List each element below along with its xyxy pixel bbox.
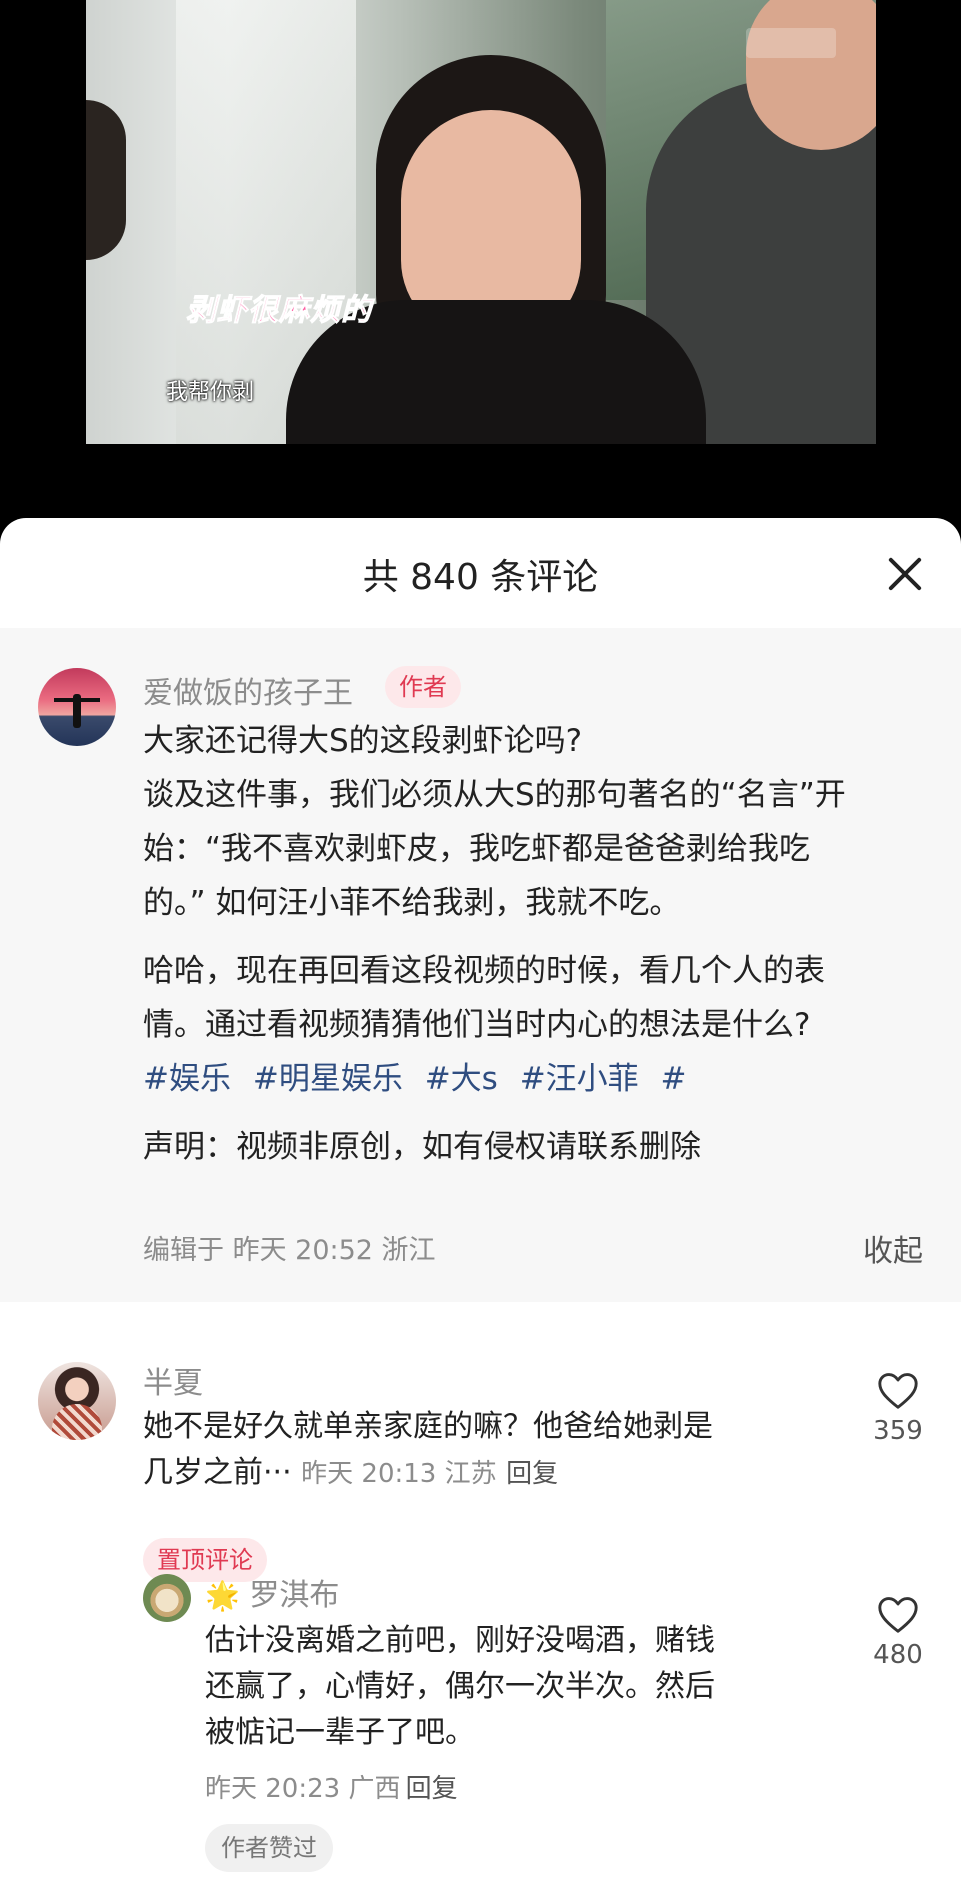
- like-count: 359: [873, 1416, 923, 1446]
- close-icon[interactable]: [885, 554, 925, 594]
- commenter-avatar[interactable]: [38, 1362, 116, 1440]
- comment-text-line: 几岁之前··· 昨天 20:13 江苏 回复: [143, 1450, 823, 1497]
- avatar-dress: [52, 1404, 102, 1440]
- reply-link[interactable]: 回复: [406, 1774, 458, 1804]
- author-liked-badge: 作者赞过: [205, 1824, 333, 1872]
- reply-text-line: 被惦记一辈子了吧。: [205, 1715, 475, 1750]
- like-button[interactable]: 359: [863, 1370, 933, 1446]
- post-body: 大家还记得大S的这段剥虾论吗? 谈及这件事，我们必须从大S的那句著名的“名言”开…: [143, 714, 933, 1174]
- post-disclaimer: 声明：视频非原创，如有侵权请联系删除: [143, 1129, 701, 1165]
- video-watermark: [746, 28, 836, 58]
- sparkle-icon: 🌟: [205, 1579, 240, 1612]
- comments-sheet: 共 840 条评论 爱做饭的孩子王 作者 大家还记得大S的这段剥虾论吗? 谈及这…: [0, 518, 961, 1889]
- like-count: 480: [873, 1640, 923, 1670]
- replier-avatar[interactable]: [143, 1574, 191, 1622]
- commenter-name[interactable]: 半夏: [143, 1358, 203, 1402]
- video-person-left: [86, 100, 126, 260]
- video-player[interactable]: 剥虾很麻烦的 我帮你剥: [0, 0, 961, 530]
- author-avatar[interactable]: [38, 668, 116, 746]
- heart-icon: [878, 1373, 918, 1409]
- video-caption-white: 我帮你剥: [166, 380, 255, 405]
- post-text-line: 始：“我不喜欢剥虾皮，我吃虾都是爸爸剥给我吃: [143, 831, 811, 867]
- post-text-line: 的。” 如何汪小菲不给我剥，我就不吃。: [143, 885, 681, 921]
- post-tags: #娱乐 #明星娱乐 #大s #汪小菲 #: [143, 1052, 933, 1106]
- sheet-header: 共 840 条评论: [0, 518, 961, 628]
- avatar-silhouette: [73, 694, 81, 728]
- comment-item: 半夏 她不是好久就单亲家庭的嘛？他爸给她剥是 几岁之前··· 昨天 20:13 …: [0, 1302, 961, 1889]
- comment-text-tail: 几岁之前···: [143, 1455, 292, 1490]
- replier-name: 罗淇布: [249, 1578, 340, 1613]
- comment-count-title: 共 840 条评论: [362, 557, 599, 598]
- post-text-line: 大家还记得大S的这段剥虾论吗?: [143, 723, 583, 759]
- hashtag-link[interactable]: #: [661, 1061, 687, 1097]
- like-button[interactable]: 480: [863, 1594, 933, 1670]
- comment-text[interactable]: 她不是好久就单亲家庭的嘛？他爸给她剥是 几岁之前··· 昨天 20:13 江苏 …: [143, 1404, 823, 1497]
- post-text-line: 谈及这件事，我们必须从大S的那句著名的“名言”开: [143, 777, 846, 813]
- hashtag-link[interactable]: #大s: [425, 1061, 498, 1097]
- reply-meta: 昨天 20:23 广西: [205, 1774, 401, 1804]
- comment-meta: 昨天 20:13 江苏: [301, 1459, 497, 1489]
- reply-meta-row: 昨天 20:23 广西 回复: [205, 1768, 458, 1805]
- reply-text-line: 估计没离婚之前吧，刚好没喝酒，赌钱: [205, 1623, 715, 1658]
- author-post: 爱做饭的孩子王 作者 大家还记得大S的这段剥虾论吗? 谈及这件事，我们必须从大S…: [0, 628, 961, 1302]
- replier-name-row[interactable]: 🌟 罗淇布: [205, 1570, 339, 1614]
- hashtag-link[interactable]: #娱乐: [143, 1061, 231, 1097]
- reply-text-line: 还赢了，心情好，偶尔一次半次。然后: [205, 1669, 715, 1704]
- reply-link[interactable]: 回复: [506, 1459, 558, 1489]
- hashtag-link[interactable]: #汪小菲: [520, 1061, 639, 1097]
- author-badge: 作者: [385, 666, 461, 708]
- comment-text-line: 她不是好久就单亲家庭的嘛？他爸给她剥是: [143, 1409, 713, 1444]
- post-text-line: 情。通过看视频猜猜他们当时内心的想法是什么?: [143, 1007, 811, 1043]
- hashtag-link[interactable]: #明星娱乐: [253, 1061, 403, 1097]
- heart-icon: [878, 1597, 918, 1633]
- post-edit-meta: 编辑于 昨天 20:52 浙江: [143, 1235, 436, 1266]
- video-caption-pink: 剥虾很麻烦的: [186, 293, 372, 329]
- post-text-line: 哈哈，现在再回看这段视频的时候，看几个人的表: [143, 953, 825, 989]
- reply-text[interactable]: 估计没离婚之前吧，刚好没喝酒，赌钱 还赢了，心情好，偶尔一次半次。然后 被惦记一…: [205, 1618, 825, 1756]
- author-name[interactable]: 爱做饭的孩子王: [143, 668, 353, 712]
- video-frame[interactable]: 剥虾很麻烦的 我帮你剥: [86, 0, 876, 444]
- collapse-button[interactable]: 收起: [863, 1226, 923, 1270]
